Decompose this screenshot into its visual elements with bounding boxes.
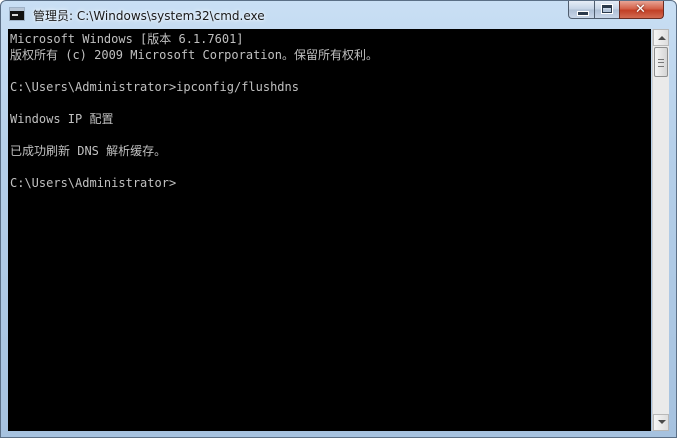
arrow-down-icon [658,420,666,424]
vertical-scrollbar[interactable] [652,29,669,431]
maximize-button[interactable] [594,1,620,19]
console-line: Microsoft Windows [版本 6.1.7601] [10,32,244,46]
maximize-icon [601,4,613,14]
window-bottom-border [1,431,676,437]
scroll-down-button[interactable] [653,414,669,431]
minimize-icon [577,11,589,16]
scroll-up-button[interactable] [653,29,669,46]
console-prompt: C:\Users\Administrator> [10,176,177,190]
close-icon: ✕ [635,2,646,17]
console-line: 已成功刷新 DNS 解析缓存。 [10,144,167,158]
cmd-window: 管理员: C:\Windows\system32\cmd.exe ✕ Micro… [0,0,677,438]
scrollbar-thumb[interactable] [654,47,668,77]
minimize-button[interactable] [568,1,595,19]
cmd-icon[interactable] [9,7,25,21]
console-line: 版权所有 (c) 2009 Microsoft Corporation。保留所有… [10,48,378,62]
console-output[interactable]: Microsoft Windows [版本 6.1.7601] 版权所有 (c)… [8,29,651,431]
console-line: C:\Users\Administrator>ipconfig/flushdns [10,80,299,94]
grip-icon [658,59,664,67]
arrow-up-icon [658,36,666,40]
window-title: 管理员: C:\Windows\system32\cmd.exe [33,9,265,23]
console-line: Windows IP 配置 [10,112,114,126]
close-button[interactable]: ✕ [619,1,664,19]
